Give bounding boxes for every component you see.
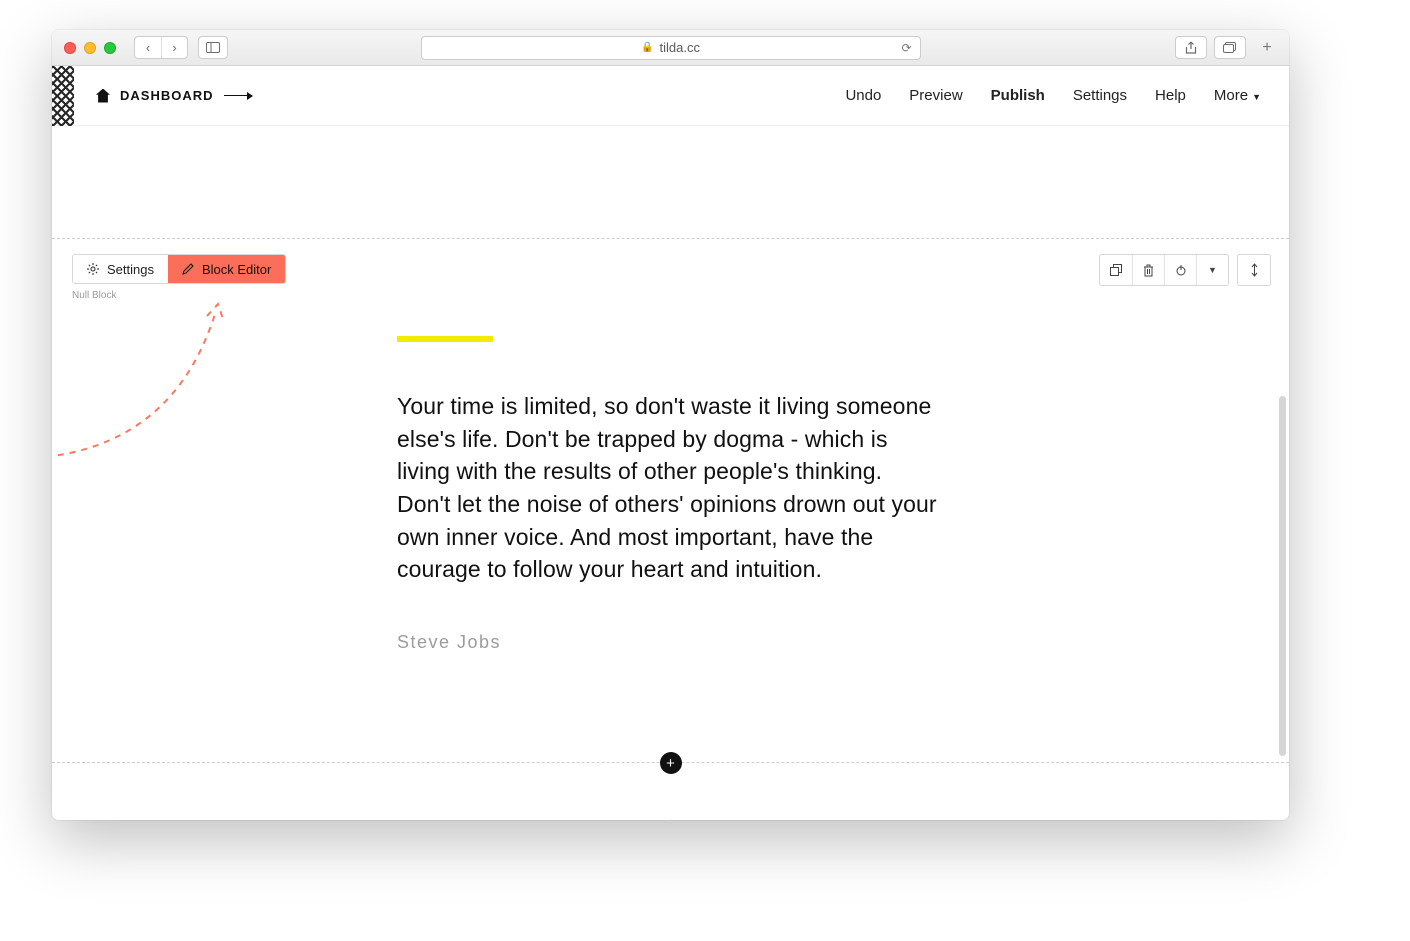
url-text: tilda.cc [659,40,699,55]
reload-icon[interactable]: ⟳ [901,41,911,55]
sidebar-toggle-button[interactable] [198,36,228,59]
block-settings-label: Settings [107,262,154,277]
move-button[interactable] [1238,255,1270,285]
block-editor-label: Block Editor [202,262,271,277]
block-toolbar: Settings Block Editor [72,254,286,284]
back-button[interactable]: ‹ [135,37,161,58]
annotation-arrow [52,284,270,464]
nav-back-forward: ‹ › [134,36,188,59]
close-window-button[interactable] [64,42,76,54]
star-icon: ★ [662,816,678,820]
browser-window: ‹ › 🔒 tilda.cc ⟳ + DASHBOARD [52,30,1289,820]
forward-button[interactable]: › [161,37,187,58]
traffic-lights [64,42,116,54]
block-type-label: Null Block [72,290,116,301]
scrollbar-thumb[interactable] [1279,396,1286,756]
titlebar: ‹ › 🔒 tilda.cc ⟳ + [52,30,1289,66]
add-block-button[interactable]: + [660,752,682,774]
move-group [1237,254,1271,286]
logo-pattern [52,66,74,126]
caret-down-icon: ▼ [1208,265,1217,275]
titlebar-right-tools: + [1175,36,1277,59]
nav-undo[interactable]: Undo [845,87,881,104]
block-editor-button[interactable]: Block Editor [168,255,285,283]
maximize-window-button[interactable] [104,42,116,54]
gear-icon [87,263,99,275]
block-boundary-top [52,238,1289,239]
new-tab-button[interactable]: + [1257,39,1277,57]
tabs-button[interactable] [1214,36,1246,59]
minimize-window-button[interactable] [84,42,96,54]
nav-settings[interactable]: Settings [1073,87,1127,104]
duplicate-button[interactable] [1100,255,1132,285]
caret-down-icon: ▼ [1252,92,1261,102]
dashboard-label: DASHBOARD [120,88,214,103]
accent-bar [397,336,493,342]
nav-links: Undo Preview Publish Settings Help More▼ [845,87,1261,104]
quote-text: Your time is limited, so don't waste it … [397,390,937,586]
nav-help[interactable]: Help [1155,87,1186,104]
block-settings-button[interactable]: Settings [73,255,168,283]
dashboard-link[interactable]: DASHBOARD [96,88,252,103]
pencil-icon [182,263,194,275]
nav-preview[interactable]: Preview [909,87,962,104]
quote-author: Steve Jobs [397,632,937,653]
address-bar[interactable]: 🔒 tilda.cc ⟳ [421,36,921,60]
nav-publish[interactable]: Publish [991,87,1045,104]
editor-canvas: Settings Block Editor Null Block [52,126,1289,820]
power-button[interactable] [1164,255,1196,285]
home-icon [96,89,110,103]
block-action-group: ▼ [1099,254,1229,286]
arrow-right-icon [224,95,252,97]
share-button[interactable] [1175,36,1207,59]
quote-block[interactable]: Your time is limited, so don't waste it … [397,336,937,653]
dropdown-button[interactable]: ▼ [1196,255,1228,285]
app-nav: DASHBOARD Undo Preview Publish Settings … [52,66,1289,126]
delete-button[interactable] [1132,255,1164,285]
nav-more[interactable]: More▼ [1214,87,1261,104]
block-action-tools: ▼ [1099,254,1271,286]
lock-icon: 🔒 [641,42,653,53]
